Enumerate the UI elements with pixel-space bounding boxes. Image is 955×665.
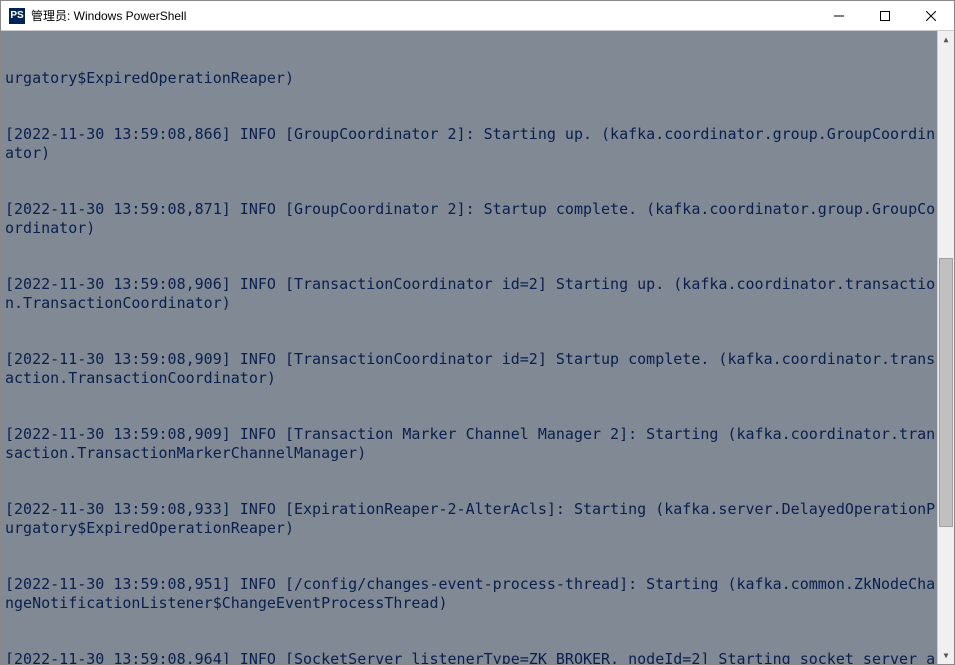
powershell-icon-label: PS	[10, 11, 23, 21]
log-line: [2022-11-30 13:59:08,866] INFO [GroupCoo…	[5, 125, 936, 163]
titlebar[interactable]: PS 管理员: Windows PowerShell	[1, 1, 954, 31]
scrollbar-track[interactable]	[938, 48, 954, 647]
window-controls	[816, 1, 954, 30]
console-area[interactable]: urgatory$ExpiredOperationReaper) [2022-1…	[1, 31, 954, 664]
log-line: [2022-11-30 13:59:08,906] INFO [Transact…	[5, 275, 936, 313]
log-line: [2022-11-30 13:59:08,871] INFO [GroupCoo…	[5, 200, 936, 238]
console-output: urgatory$ExpiredOperationReaper) [2022-1…	[5, 31, 936, 664]
log-line: [2022-11-30 13:59:08,909] INFO [Transact…	[5, 350, 936, 388]
vertical-scrollbar[interactable]: ▲ ▼	[937, 31, 954, 664]
close-button[interactable]	[908, 1, 954, 30]
powershell-window: PS 管理员: Windows PowerShell urgatory$Expi…	[0, 0, 955, 665]
minimize-button[interactable]	[816, 1, 862, 30]
scrollbar-thumb[interactable]	[939, 258, 953, 528]
log-line: [2022-11-30 13:59:08,964] INFO [SocketSe…	[5, 650, 936, 664]
log-line: [2022-11-30 13:59:08,909] INFO [Transact…	[5, 425, 936, 463]
log-line: [2022-11-30 13:59:08,951] INFO [/config/…	[5, 575, 936, 613]
close-icon	[926, 11, 936, 21]
maximize-icon	[880, 11, 890, 21]
window-title: 管理员: Windows PowerShell	[31, 7, 816, 24]
maximize-button[interactable]	[862, 1, 908, 30]
log-line: urgatory$ExpiredOperationReaper)	[5, 69, 936, 88]
scrollbar-up-arrow[interactable]: ▲	[938, 31, 954, 48]
scrollbar-down-arrow[interactable]: ▼	[938, 647, 954, 664]
log-line: [2022-11-30 13:59:08,933] INFO [Expirati…	[5, 500, 936, 538]
minimize-icon	[834, 11, 844, 21]
powershell-icon: PS	[9, 8, 25, 24]
